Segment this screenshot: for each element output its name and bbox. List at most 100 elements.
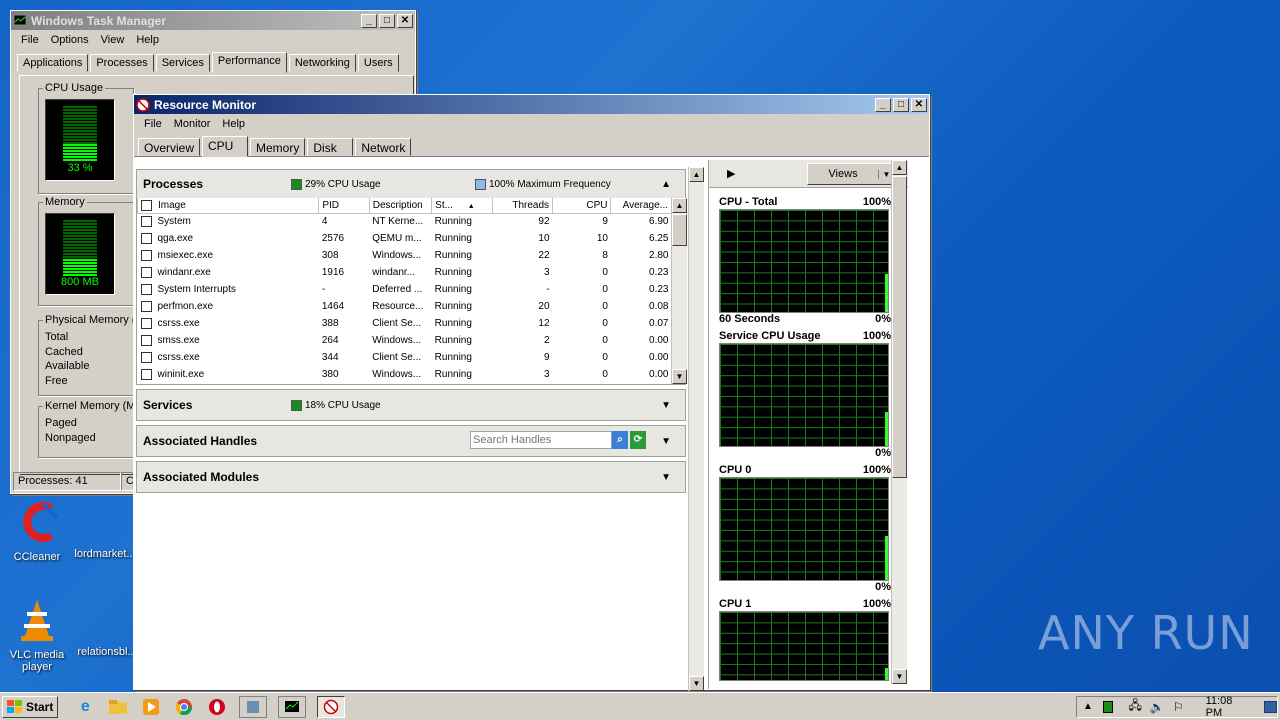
row-checkbox[interactable] xyxy=(140,232,152,244)
expand-icon[interactable]: ▼ xyxy=(661,472,671,483)
cpu-tray-icon[interactable] xyxy=(1102,700,1113,713)
opera-icon[interactable] xyxy=(206,696,228,718)
task-manager-titlebar[interactable]: Windows Task Manager _ □ ✕ xyxy=(11,11,415,30)
desktop-icon-ccleaner[interactable]: CCleaner xyxy=(2,498,72,563)
handles-header[interactable]: Associated Handles ⌕ ⟳ ▼ xyxy=(137,426,685,456)
table-row[interactable]: wininit.exe 380 Windows... Running 3 0 0.00 xyxy=(138,366,672,383)
minimize-button[interactable]: _ xyxy=(875,97,891,112)
close-button[interactable]: ✕ xyxy=(911,97,927,112)
resource-monitor-window[interactable]: Resource Monitor _ □ ✕ File Monitor Help… xyxy=(133,94,930,691)
clock[interactable]: 11:08 PM xyxy=(1206,695,1250,719)
collapse-icon[interactable]: ▲ xyxy=(661,179,671,190)
maximize-button[interactable]: □ xyxy=(379,13,395,28)
action-center-flag-icon[interactable]: ⚐ xyxy=(1173,700,1184,714)
search-handles-input[interactable] xyxy=(470,431,612,449)
menu-file[interactable]: File xyxy=(138,118,168,130)
scroll-up-icon[interactable]: ▲ xyxy=(672,198,687,213)
collapse-graphs-icon[interactable]: ▶ xyxy=(727,167,735,180)
resource-monitor-taskbar-icon[interactable] xyxy=(317,695,346,718)
menu-help[interactable]: Help xyxy=(130,34,165,46)
volume-icon[interactable]: 🔈 xyxy=(1150,700,1165,714)
views-button[interactable]: Views ▼ xyxy=(807,163,895,185)
tab-processes[interactable]: Processes xyxy=(90,54,154,72)
services-header[interactable]: Services 18% CPU Usage ▼ xyxy=(137,390,685,420)
table-row[interactable]: System Interrupts - Deferred ... Running - 0 0… xyxy=(138,281,672,298)
chrome-icon[interactable] xyxy=(173,696,195,718)
scroll-up-icon[interactable]: ▲ xyxy=(892,160,907,175)
row-checkbox[interactable] xyxy=(140,317,152,329)
refresh-icon[interactable]: ⟳ xyxy=(630,431,646,449)
tray-expand-icon[interactable]: ▲ xyxy=(1083,701,1093,712)
minimize-button[interactable]: _ xyxy=(361,13,377,28)
processes-header[interactable]: Processes 29% CPU Usage 100% Maximum Fre… xyxy=(137,170,685,198)
table-row[interactable]: csrss.exe 344 Client Se... Running 9 0 0.00 xyxy=(138,349,672,366)
table-row[interactable]: windanr.exe 1916 windanr... Running 3 0 0.23 xyxy=(138,264,672,281)
media-player-icon[interactable] xyxy=(140,696,162,718)
maximize-button[interactable]: □ xyxy=(893,97,909,112)
desktop-icon-vlc[interactable]: VLC media player xyxy=(2,596,72,673)
taskbar-app-icon[interactable] xyxy=(239,695,268,718)
expand-icon[interactable]: ▼ xyxy=(661,436,671,447)
col-image[interactable]: Image xyxy=(137,198,320,214)
menu-monitor[interactable]: Monitor xyxy=(168,118,217,130)
resource-monitor-titlebar[interactable]: Resource Monitor _ □ ✕ xyxy=(134,95,929,114)
row-checkbox[interactable] xyxy=(140,334,152,346)
col-average[interactable]: Average... xyxy=(610,198,672,214)
table-row[interactable]: msiexec.exe 308 Windows... Running 22 8 2.80 xyxy=(138,247,672,264)
ie-icon[interactable]: e xyxy=(74,696,96,718)
scroll-down-icon[interactable]: ▼ xyxy=(672,369,687,384)
tab-network[interactable]: Network xyxy=(355,138,412,156)
table-row[interactable]: csrss.exe 388 Client Se... Running 12 0 0.07 xyxy=(138,315,672,332)
table-row[interactable]: qga.exe 2576 QEMU m... Running 10 10 6.25 xyxy=(138,230,672,247)
desktop-icon-relationsbl[interactable]: relationsbl... xyxy=(72,596,142,658)
table-row[interactable]: perfmon.exe 1464 Resource... Running 20 0 0.08 xyxy=(138,298,672,315)
start-button[interactable]: Start xyxy=(2,695,59,718)
row-checkbox[interactable] xyxy=(140,368,152,380)
expand-icon[interactable]: ▼ xyxy=(661,400,671,411)
main-pane-scrollbar[interactable]: ▲ ▼ xyxy=(688,167,704,691)
row-checkbox[interactable] xyxy=(140,283,152,295)
col-description[interactable]: Description xyxy=(368,198,433,214)
tab-disk[interactable]: Disk xyxy=(307,138,354,156)
task-manager-taskbar-icon[interactable] xyxy=(278,695,307,718)
table-row[interactable]: smss.exe 264 Windows... Running 2 0 0.00 xyxy=(138,332,672,349)
scroll-up-icon[interactable]: ▲ xyxy=(689,167,704,182)
row-checkbox[interactable] xyxy=(140,351,152,363)
graph-pane-scrollbar[interactable]: ▲ ▼ xyxy=(891,160,907,684)
menu-file[interactable]: File xyxy=(15,34,45,46)
row-checkbox[interactable] xyxy=(140,300,152,312)
scroll-thumb[interactable] xyxy=(892,176,907,478)
table-row[interactable]: System 4 NT Kerne... Running 92 9 6.90 xyxy=(138,213,672,230)
col-cpu[interactable]: CPU xyxy=(552,198,612,214)
menu-options[interactable]: Options xyxy=(45,34,95,46)
tab-applications[interactable]: Applications xyxy=(17,54,89,72)
tab-users[interactable]: Users xyxy=(357,54,399,72)
show-desktop-icon[interactable] xyxy=(1263,700,1278,713)
col-pid[interactable]: PID xyxy=(318,198,370,214)
scroll-down-icon[interactable]: ▼ xyxy=(892,669,907,684)
tab-performance[interactable]: Performance xyxy=(211,52,287,73)
row-checkbox[interactable] xyxy=(140,266,152,278)
tab-overview[interactable]: Overview xyxy=(138,138,201,156)
tab-cpu[interactable]: CPU xyxy=(202,136,249,157)
processes-scrollbar[interactable]: ▲ ▼ xyxy=(671,198,687,384)
menu-view[interactable]: View xyxy=(95,34,131,46)
tab-memory[interactable]: Memory xyxy=(250,138,306,156)
modules-header[interactable]: Associated Modules ▼ xyxy=(137,462,685,492)
row-checkbox[interactable] xyxy=(140,249,152,261)
menu-help[interactable]: Help xyxy=(216,118,251,130)
tab-services[interactable]: Services xyxy=(155,54,210,72)
row-checkbox[interactable] xyxy=(140,216,152,228)
col-status[interactable]: St... ▲ xyxy=(431,198,493,214)
col-threads[interactable]: Threads xyxy=(491,198,554,214)
close-button[interactable]: ✕ xyxy=(397,13,413,28)
graph-title: CPU 1 xyxy=(719,598,752,610)
folder-icon[interactable] xyxy=(107,696,129,718)
tab-networking[interactable]: Networking xyxy=(288,54,356,72)
scroll-down-icon[interactable]: ▼ xyxy=(689,676,704,691)
select-all-checkbox[interactable] xyxy=(141,199,152,211)
search-icon[interactable]: ⌕ xyxy=(612,431,628,449)
desktop-icon-lordmarket[interactable]: lordmarket... xyxy=(70,498,140,560)
network-icon[interactable]: 🖧 xyxy=(1129,696,1142,717)
scroll-thumb[interactable] xyxy=(672,214,687,246)
